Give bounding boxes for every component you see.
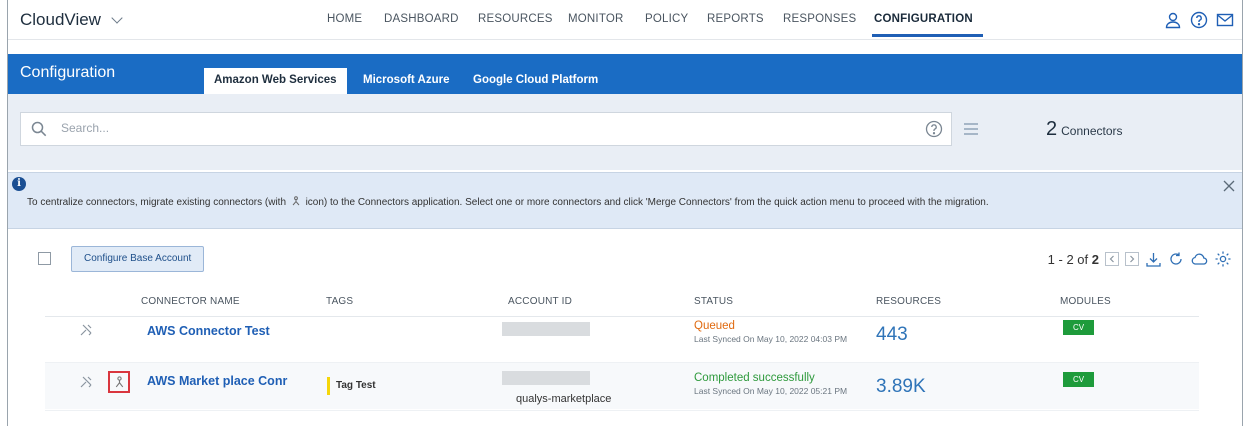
chevron-right-icon — [1130, 255, 1135, 263]
tab-azure[interactable]: Microsoft Azure — [353, 68, 459, 94]
nav-resources[interactable]: RESOURCES — [478, 13, 553, 25]
nav-configuration[interactable]: CONFIGURATION — [874, 13, 973, 25]
account-id-text: qualys-marketplace — [516, 393, 612, 405]
connector-count-number: 2 — [1046, 118, 1058, 140]
nav-active-indicator — [872, 34, 983, 37]
nav-home[interactable]: HOME — [327, 13, 362, 25]
prev-page-button[interactable] — [1105, 252, 1119, 266]
col-tags[interactable]: TAGS — [326, 296, 353, 307]
tag-chip[interactable]: Tag Test — [327, 377, 376, 395]
connector-migration-icon — [115, 376, 123, 388]
resources-count[interactable]: 443 — [876, 324, 908, 346]
connector-name-link[interactable]: AWS Market place Conr — [147, 374, 287, 388]
banner-text-1: To centralize connectors, migrate existi… — [27, 197, 287, 208]
status-text: Queued — [694, 320, 735, 332]
account-id-masked — [502, 322, 590, 336]
pager-range: 1 - 2 of 2 — [1047, 251, 1099, 267]
connector-migration-icon — [292, 196, 300, 206]
download-icon[interactable] — [1145, 251, 1162, 268]
col-connector-name[interactable]: CONNECTOR NAME — [141, 296, 240, 307]
config-header: Configuration Amazon Web Services Micros… — [8, 54, 1242, 94]
user-icon[interactable] — [1164, 11, 1182, 29]
module-badge: CV — [1063, 320, 1094, 335]
module-badge: CV — [1063, 372, 1094, 387]
connector-count: 2 Connectors — [1046, 118, 1123, 141]
pagination: 1 - 2 of 2 — [1048, 250, 1232, 268]
search-box — [20, 112, 952, 146]
page-title: Configuration — [20, 64, 116, 81]
configure-base-account-button[interactable]: Configure Base Account — [71, 246, 205, 272]
migration-icon-highlight[interactable] — [108, 371, 130, 393]
select-all-checkbox[interactable] — [38, 252, 51, 265]
search-icon — [31, 121, 47, 137]
close-icon[interactable] — [1222, 179, 1236, 193]
resources-count[interactable]: 3.89K — [876, 376, 926, 398]
nav-monitor[interactable]: MONITOR — [568, 13, 624, 25]
mail-icon[interactable] — [1216, 11, 1234, 29]
connector-name-link[interactable]: AWS Connector Test — [147, 324, 270, 338]
banner-text-2: icon) to the Connectors application. Sel… — [305, 197, 989, 208]
search-help-icon[interactable] — [925, 120, 943, 138]
col-account-id[interactable]: ACCOUNT ID — [508, 296, 572, 307]
tools-icon — [80, 376, 92, 388]
row-divider — [45, 410, 1199, 411]
app-frame: CloudView HOME DASHBOARD RESOURCES MONIT… — [7, 0, 1243, 426]
info-icon: i — [12, 177, 26, 191]
nav-policy[interactable]: POLICY — [645, 13, 688, 25]
col-modules[interactable]: MODULES — [1060, 296, 1111, 307]
account-id-masked — [502, 371, 590, 385]
connector-count-label: Connectors — [1061, 124, 1123, 138]
refresh-icon[interactable] — [1168, 251, 1184, 267]
search-input[interactable] — [61, 121, 761, 135]
col-resources[interactable]: RESOURCES — [876, 296, 941, 307]
tools-icon — [80, 324, 92, 336]
header-divider — [45, 316, 1199, 317]
menu-icon[interactable] — [963, 122, 979, 136]
nav-reports[interactable]: REPORTS — [707, 13, 764, 25]
settings-gear-icon[interactable] — [1214, 250, 1232, 268]
nav-dashboard[interactable]: DASHBOARD — [384, 13, 459, 25]
top-nav: CloudView HOME DASHBOARD RESOURCES MONIT… — [8, 0, 1242, 40]
status-cell: Queued Last Synced On May 10, 2022 04:03… — [694, 320, 847, 344]
tab-aws[interactable]: Amazon Web Services — [204, 68, 347, 94]
last-synced: Last Synced On May 10, 2022 04:03 PM — [694, 334, 848, 344]
banner-message: To centralize connectors, migrate existi… — [27, 196, 989, 208]
last-synced: Last Synced On May 10, 2022 05:21 PM — [694, 386, 848, 396]
search-panel: 2 Connectors — [8, 94, 1242, 170]
cloud-icon[interactable] — [1190, 251, 1208, 267]
status-cell: Completed successfully Last Synced On Ma… — [694, 372, 847, 396]
chevron-left-icon — [1109, 255, 1114, 263]
tab-gcp[interactable]: Google Cloud Platform — [463, 68, 608, 94]
nav-responses[interactable]: RESPONSES — [783, 13, 856, 25]
col-status[interactable]: STATUS — [694, 296, 733, 307]
migration-banner: i To centralize connectors, migrate exis… — [8, 172, 1242, 229]
status-text: Completed successfully — [694, 372, 815, 384]
next-page-button[interactable] — [1125, 252, 1139, 266]
help-icon[interactable] — [1190, 11, 1208, 29]
